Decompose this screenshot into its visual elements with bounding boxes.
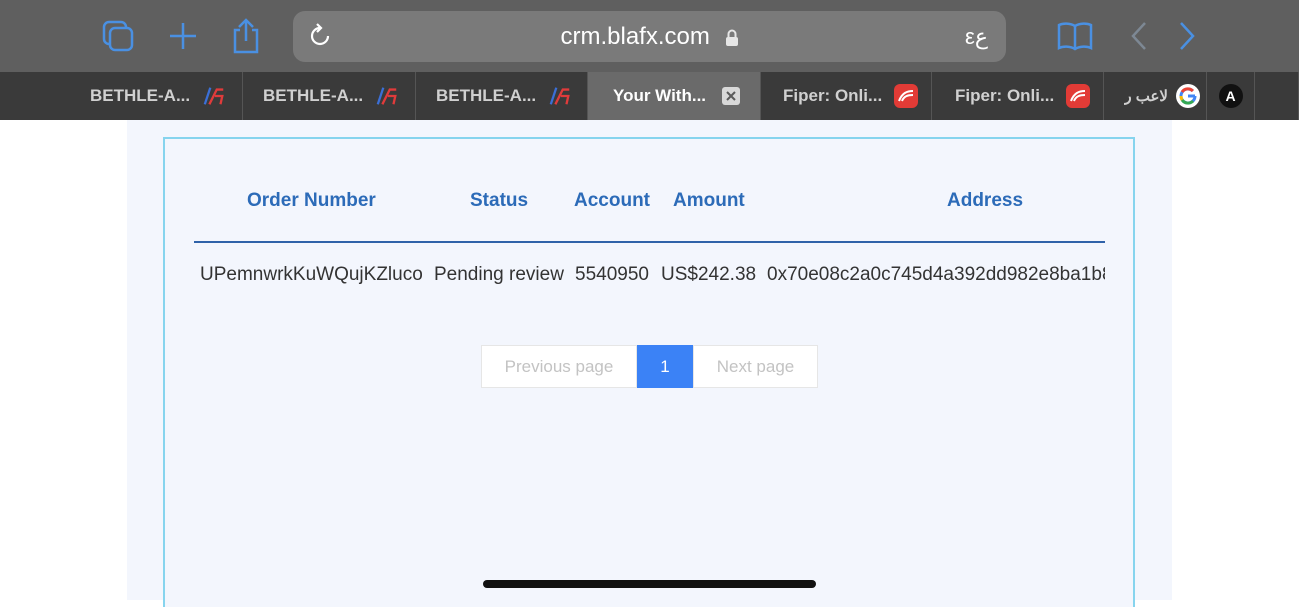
fiper-logo-icon: [894, 84, 919, 108]
new-tab-button[interactable]: [163, 16, 203, 56]
previous-page-button[interactable]: Previous page: [481, 345, 637, 388]
forward-button[interactable]: [1166, 16, 1206, 56]
next-page-button[interactable]: Next page: [693, 345, 818, 388]
bethle-logo-icon: [548, 84, 572, 108]
tab-label: Fiper: Onli...: [783, 86, 883, 105]
url-display[interactable]: crm.blafx.com: [293, 11, 1006, 62]
google-logo-icon: [1176, 84, 1200, 108]
tab-google[interactable]: لاعب ر: [1104, 72, 1207, 120]
cell-address: 0x70e08c2a0c745d4a392dd982e8ba1b8: [767, 264, 1105, 285]
close-tab-icon[interactable]: [722, 87, 741, 105]
lock-icon: [725, 29, 738, 46]
tab-label: BETHLE-A...: [436, 86, 537, 105]
a-logo-icon: A: [1218, 84, 1243, 108]
share-button[interactable]: [226, 16, 266, 56]
url-text: crm.blafx.com: [560, 23, 710, 50]
column-header-status: Status: [470, 190, 529, 211]
home-indicator: [483, 580, 816, 588]
column-header-amount: Amount: [673, 190, 745, 211]
tab-label: BETHLE-A...: [263, 86, 364, 105]
tab-a-site[interactable]: A: [1207, 72, 1255, 120]
share-icon: [233, 18, 259, 54]
cell-amount: US$242.38: [661, 264, 757, 285]
column-header-order-number: Order Number: [247, 190, 376, 211]
tab-bethle-3[interactable]: BETHLE-A...: [416, 72, 588, 120]
cell-order-number: UPemnwrkKuWQujKZluco: [200, 264, 423, 285]
bookmarks-button[interactable]: [1055, 16, 1095, 56]
tab-label: BETHLE-A...: [90, 86, 191, 105]
tab-bethle-2[interactable]: BETHLE-A...: [243, 72, 416, 120]
reader-view-button[interactable]: εع: [965, 11, 988, 62]
bethle-logo-icon: [375, 84, 399, 108]
column-header-address: Address: [947, 190, 1024, 211]
tabs-overview-icon: [102, 20, 134, 52]
tab-label: Your With...: [613, 86, 707, 105]
back-button[interactable]: [1120, 16, 1160, 56]
tab-bar: BETHLE-A... BETHLE-A... BETHLE-A... Your…: [0, 72, 1299, 120]
cell-account: 5540950: [575, 264, 649, 285]
tab-fiper-1[interactable]: Fiper: Onli...: [761, 72, 932, 120]
cell-status: Pending review: [434, 264, 564, 285]
tab-label: Fiper: Onli...: [955, 86, 1055, 105]
forward-icon: [1180, 22, 1195, 50]
new-tab-icon: [170, 23, 196, 49]
browser-toolbar: crm.blafx.com εع: [0, 0, 1299, 72]
tab-withdrawal-active[interactable]: Your With...: [588, 72, 761, 120]
column-header-account: Account: [574, 190, 650, 211]
fiper-logo-icon: [1066, 84, 1091, 108]
tab-overflow[interactable]: [1255, 72, 1299, 120]
table-header-divider: [194, 241, 1105, 243]
pagination: Previous page 1 Next page: [481, 345, 818, 388]
bethle-logo-icon: [202, 84, 226, 108]
tab-fiper-2[interactable]: Fiper: Onli...: [932, 72, 1104, 120]
tabs-overview-button[interactable]: [98, 16, 138, 56]
address-bar[interactable]: crm.blafx.com εع: [293, 11, 1006, 62]
page-1-button[interactable]: 1: [637, 345, 693, 388]
back-icon: [1131, 22, 1146, 50]
tab-bethle-1[interactable]: BETHLE-A...: [70, 72, 243, 120]
bookmarks-icon: [1057, 22, 1093, 51]
tab-label: لاعب ر: [1124, 88, 1168, 105]
